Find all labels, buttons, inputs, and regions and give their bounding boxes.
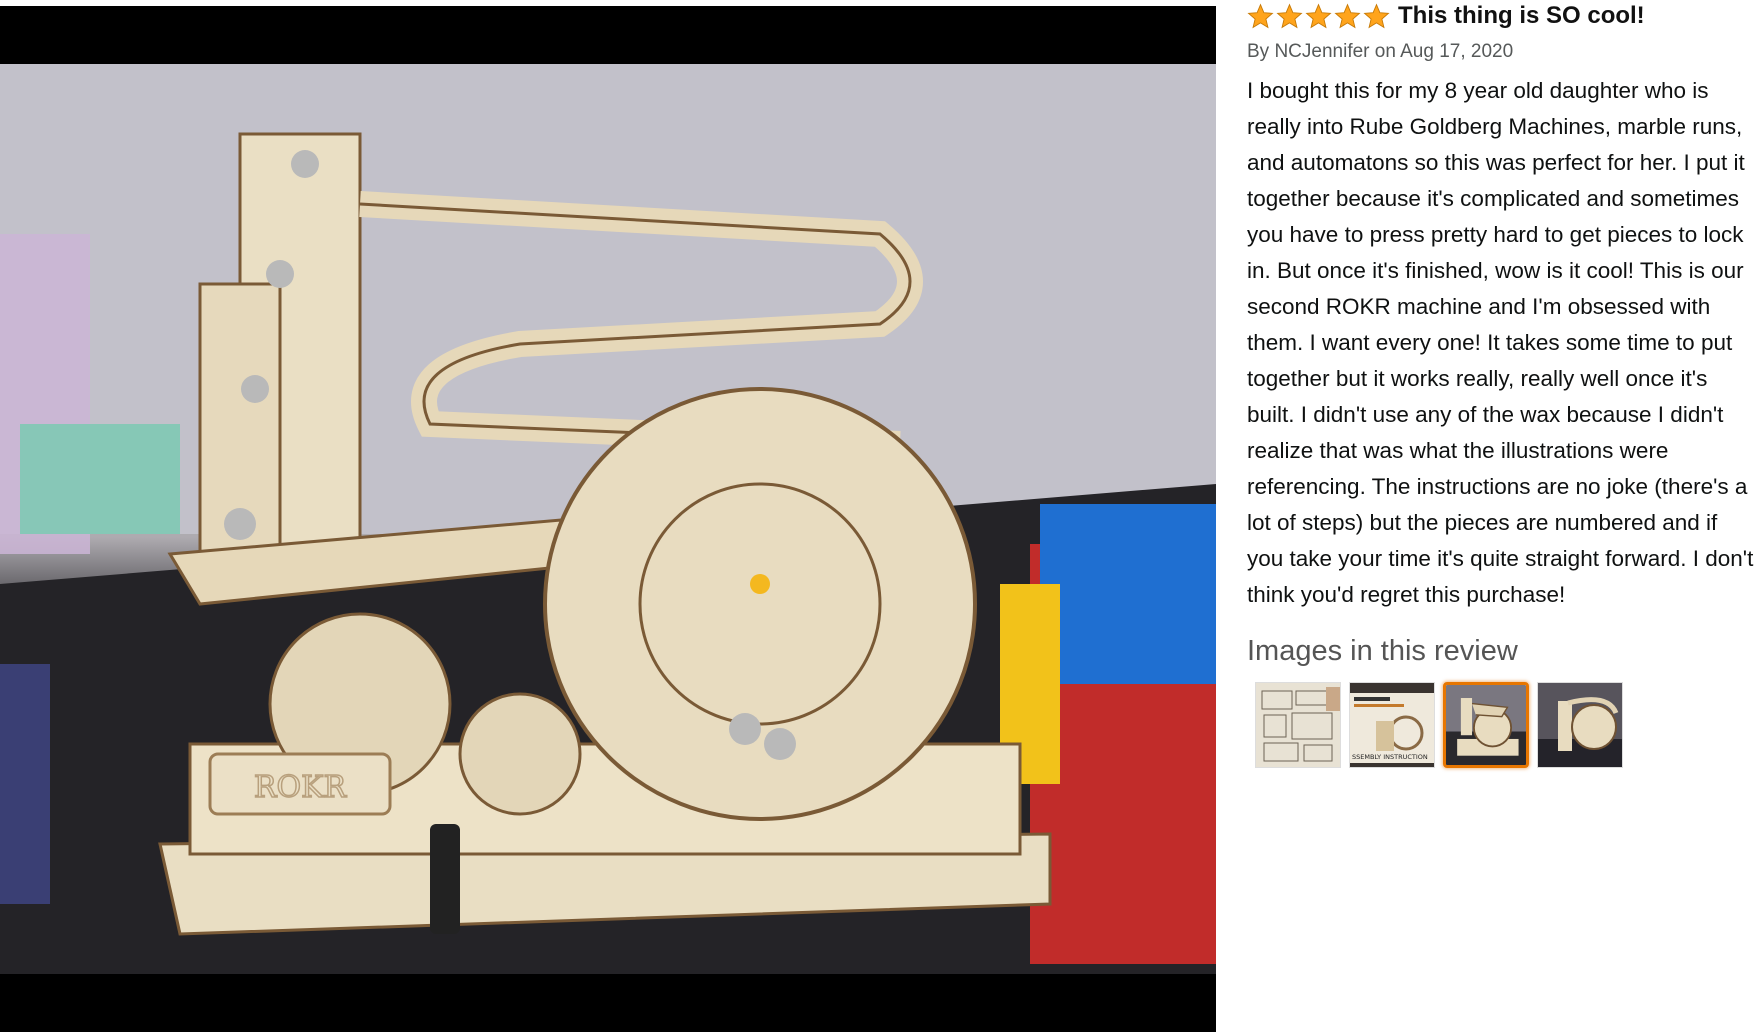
review-thumbnail[interactable] — [1537, 682, 1623, 768]
review-header: This thing is SO cool! — [1247, 0, 1747, 32]
star-icon — [1305, 3, 1332, 28]
review-image-thumbnails: SSEMBLY INSTRUCTION — [1247, 682, 1747, 768]
review-panel: This thing is SO cool! By NCJennifer on … — [1247, 0, 1753, 768]
star-icon — [1276, 3, 1303, 28]
marble-run-side-thumbnail-icon — [1538, 683, 1622, 767]
marble-run-thumbnail-icon — [1446, 685, 1526, 765]
marble-run-photo-illustration: ROKR — [0, 64, 1216, 974]
review-body: I bought this for my 8 year old daughter… — [1247, 78, 1754, 607]
review-thumbnail[interactable] — [1255, 682, 1341, 768]
review-title: This thing is SO cool! — [1398, 2, 1645, 29]
star-icon — [1363, 3, 1390, 28]
review-byline: By NCJennifer on Aug 17, 2020 — [1247, 41, 1514, 62]
star-icon — [1334, 3, 1361, 28]
photo-viewer: ROKR — [0, 6, 1216, 1032]
manual-cover-thumbnail-icon: SSEMBLY INSTRUCTION — [1350, 683, 1434, 767]
instructions-sheet-thumbnail-icon — [1256, 683, 1340, 767]
thumbnail-caption: SSEMBLY INSTRUCTION — [1352, 753, 1428, 761]
rokr-brand-label: ROKR — [254, 770, 348, 805]
review-thumbnail-selected[interactable] — [1443, 682, 1529, 768]
review-thumbnail[interactable]: SSEMBLY INSTRUCTION — [1349, 682, 1435, 768]
star-icon — [1247, 3, 1274, 28]
star-rating — [1247, 3, 1390, 30]
review-photo[interactable]: ROKR — [0, 64, 1216, 974]
images-section-heading: Images in this review — [1247, 635, 1518, 667]
